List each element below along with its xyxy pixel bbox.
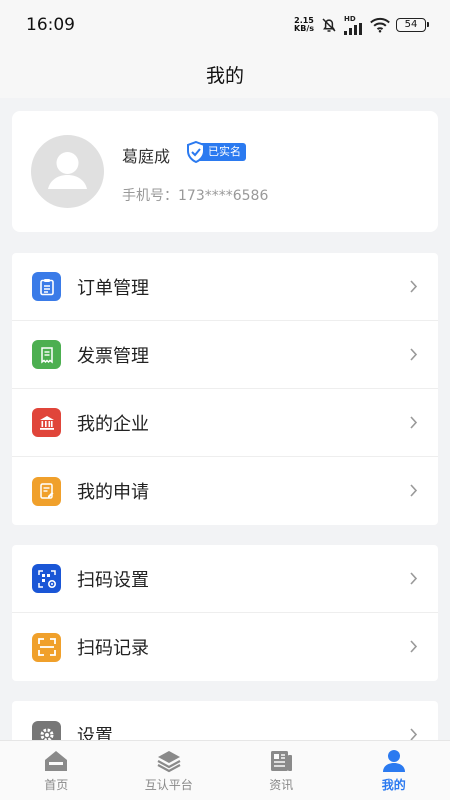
chevron-right-icon <box>410 280 418 293</box>
menu-label: 设置 <box>77 726 113 740</box>
receipt-icon <box>32 340 61 369</box>
menu-item-settings[interactable]: 设置 <box>12 701 438 740</box>
wifi-icon <box>370 17 390 33</box>
menu-group-settings: 设置 <box>12 701 438 740</box>
tab-label: 我的 <box>381 778 406 792</box>
tab-news[interactable]: 资讯 <box>225 741 338 800</box>
tab-label: 互认平台 <box>144 778 193 792</box>
tab-mutual-platform[interactable]: 互认平台 <box>113 741 226 800</box>
user-icon <box>382 750 405 772</box>
chevron-right-icon <box>410 728 418 740</box>
signal-icon <box>344 22 362 35</box>
net-speed: 2.15 KB/s <box>294 16 314 33</box>
status-time: 16:09 <box>26 15 75 35</box>
default-avatar-icon <box>48 152 87 189</box>
menu-label: 发票管理 <box>77 345 149 367</box>
layers-icon <box>157 751 181 773</box>
menu-label: 我的企业 <box>77 413 149 435</box>
tab-label: 资讯 <box>269 778 294 792</box>
verified-badge: 已实名 <box>186 141 246 163</box>
signal-group: HD <box>344 15 364 35</box>
home-icon <box>45 751 68 771</box>
shield-check-icon <box>187 141 205 163</box>
status-icons: 2.15 KB/s HD 54 <box>294 15 429 35</box>
document-edit-icon <box>32 476 61 506</box>
user-phone: 手机号：173****6586 <box>122 188 269 204</box>
gear-icon <box>32 720 61 740</box>
menu-item-scan-records[interactable]: 扫码记录 <box>12 613 438 681</box>
profile-card[interactable]: 葛庭成 已实名 手机号：173****6586 <box>12 111 438 232</box>
menu-label: 订单管理 <box>77 277 149 299</box>
menu-label: 扫码设置 <box>77 569 149 591</box>
menu-item-scan-settings[interactable]: 扫码设置 <box>12 545 438 613</box>
scan-icon <box>32 632 61 662</box>
menu-item-invoices[interactable]: 发票管理 <box>12 321 438 389</box>
chevron-right-icon <box>410 416 418 429</box>
user-name: 葛庭成 <box>122 147 171 166</box>
clipboard-icon <box>32 272 61 301</box>
bell-off-icon <box>322 18 336 32</box>
bank-icon <box>32 408 61 437</box>
menu-group-main: 订单管理 发票管理 我的企业 我的申请 <box>12 253 438 525</box>
menu-item-enterprise[interactable]: 我的企业 <box>12 389 438 457</box>
bottom-tab-bar: 首页 互认平台 资讯 我的 <box>0 740 450 800</box>
avatar[interactable] <box>31 135 104 208</box>
news-icon <box>271 751 293 771</box>
chevron-right-icon <box>410 572 418 585</box>
nav-bar: 我的 <box>0 50 450 98</box>
menu-item-orders[interactable]: 订单管理 <box>12 253 438 321</box>
page-title: 我的 <box>205 64 244 87</box>
menu-label: 扫码记录 <box>77 638 149 659</box>
tab-label: 首页 <box>44 778 69 792</box>
chevron-right-icon <box>410 348 418 361</box>
battery-indicator: 54 <box>396 18 429 32</box>
chevron-right-icon <box>410 640 418 653</box>
status-bar: 16:09 2.15 KB/s HD 54 <box>0 0 450 50</box>
menu-item-applications[interactable]: 我的申请 <box>12 457 438 525</box>
qr-settings-icon <box>32 564 61 593</box>
menu-label: 我的申请 <box>77 482 149 503</box>
tab-mine[interactable]: 我的 <box>338 741 450 800</box>
chevron-right-icon <box>410 484 418 497</box>
menu-group-scan: 扫码设置 扫码记录 <box>12 545 438 681</box>
tab-home[interactable]: 首页 <box>0 741 113 800</box>
